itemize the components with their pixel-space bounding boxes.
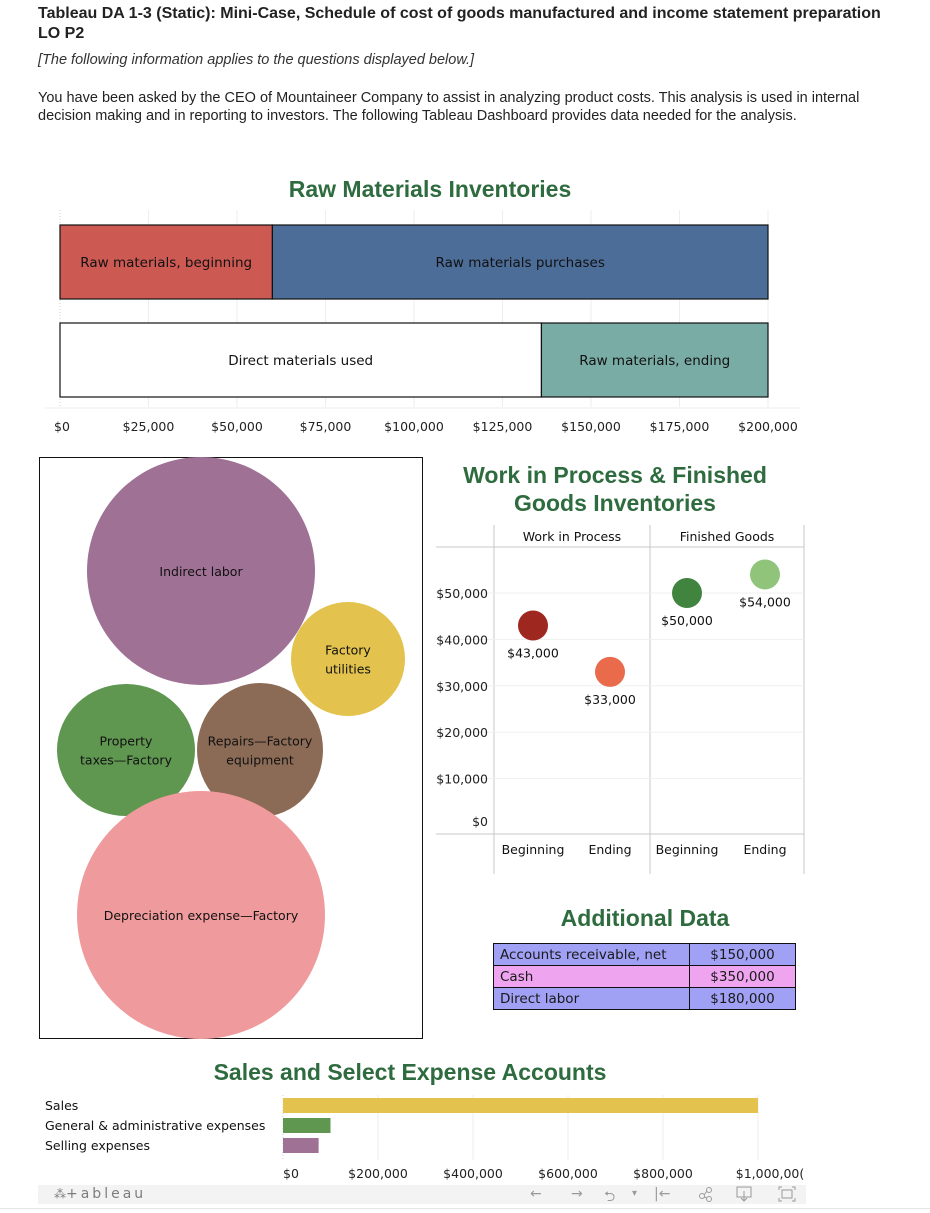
fullscreen-icon[interactable] [778,1186,796,1206]
reset-icon[interactable]: |← [654,1186,670,1202]
data-point [518,610,548,641]
redo-icon[interactable]: → [571,1186,583,1202]
bubble-label: Factory [325,643,371,658]
bubble-label: equipment [226,753,294,768]
tableau-logo-icon: ⁂ [54,1187,66,1201]
x-tick-label: $800,000 [633,1166,693,1181]
x-tick-label: $200,000 [738,419,798,434]
table-row: Accounts receivable, net $150,000 [493,943,796,966]
bar [283,1138,319,1153]
bubble [291,602,405,716]
x-category-label: Ending [743,842,786,857]
category-label: Selling expenses [45,1138,150,1153]
x-tick-label: $50,000 [211,419,263,434]
additional-data-table: Accounts receivable, net $150,000 Cash $… [493,943,796,1010]
x-tick-label: $400,000 [443,1166,503,1181]
bar-segment-label: Raw materials, beginning [80,255,252,271]
share-icon[interactable] [698,1186,714,1206]
data-label: $50,000 [661,613,713,628]
y-tick-label: $50,000 [436,586,488,601]
x-tick-label: $125,000 [473,419,533,434]
download-icon[interactable] [735,1186,753,1206]
bubble-label: Repairs—Factory [208,734,313,749]
y-tick-label: $10,000 [436,772,488,787]
y-tick-label: $30,000 [436,679,488,694]
bubble-label: Depreciation expense—Factory [104,908,299,923]
x-tick-label: $75,000 [300,419,352,434]
bubble-label: taxes—Factory [80,753,173,768]
x-tick-label: $25,000 [123,419,175,434]
question-note: [The following information applies to th… [38,52,475,68]
wip-fg-title: Work in Process & Finished Goods Invento… [440,461,790,517]
factory-overhead-bubble-chart: Indirect labor Factory utilities Property ta… [39,457,423,1039]
bubble-label: utilities [325,662,371,677]
bar-segment-label: Direct materials used [228,353,373,369]
additional-data-title: Additional Data [560,905,730,931]
tableau-toolbar: ⁂+ableau ← → ⮌ ▾ |← [38,1185,806,1206]
row-value: $150,000 [689,943,796,966]
row-value: $350,000 [689,965,796,988]
category-label: General & administrative expenses [45,1118,265,1133]
bar-segment-label: Raw materials, ending [579,353,730,369]
data-point [750,559,780,590]
bottom-divider [0,1208,930,1209]
x-category-label: Beginning [656,842,719,857]
x-category-label: Ending [588,842,631,857]
category-label: Sales [45,1098,78,1113]
bubble-label: Indirect labor [159,564,243,579]
raw-materials-chart: $0 $25,000 $50,000 $75,000 $100,000 $125,000 $… [45,210,800,434]
x-tick-label: $0 [283,1166,299,1181]
x-category-label: Beginning [502,842,565,857]
x-tick-label: $1,000,00( [736,1166,805,1181]
row-label: Accounts receivable, net [493,943,690,966]
data-point [595,656,625,687]
wip-fg-chart: $0 $10,000 $20,000 $30,000 $40,000 $50,000 Wor… [436,525,805,874]
sales-expenses-chart: $0 $200,000 $400,000 $600,000 $800,000 $1,000… [45,1095,805,1181]
question-intro: You have been asked by the CEO of Mounta… [38,90,860,124]
bar [283,1098,758,1113]
x-tick-label: $0 [54,419,70,434]
row-label: Cash [493,965,690,988]
panel-header: Work in Process [523,529,621,544]
bar-segment-label: Raw materials purchases [436,255,605,271]
x-tick-label: $200,000 [348,1166,408,1181]
table-row: Cash $350,000 [493,965,796,988]
sales-expenses-title: Sales and Select Expense Accounts [213,1059,607,1085]
x-tick-label: $100,000 [384,419,444,434]
bubble-label: Property [100,734,153,749]
raw-materials-title: Raw Materials Inventories [288,176,572,202]
undo-icon[interactable]: ← [530,1186,542,1202]
x-tick-label: $150,000 [561,419,621,434]
row-label: Direct labor [493,987,690,1010]
table-row: Direct labor $180,000 [493,987,796,1010]
row-value: $180,000 [689,987,796,1010]
tableau-logo[interactable]: ⁂+ableau [54,1186,146,1202]
revert-icon[interactable]: ⮌ [604,1186,615,1210]
y-tick-label: $0 [472,814,488,829]
wip-fg-title-line-1: Work in Process & Finished [463,462,767,488]
y-tick-label: $20,000 [436,725,488,740]
question-title: Tableau DA 1-3 (Static): Mini-Case, Sche… [38,5,881,42]
revert-dropdown-icon[interactable]: ▾ [632,1188,637,1199]
data-label: $54,000 [739,594,791,609]
y-tick-label: $40,000 [436,632,488,647]
bar [283,1118,331,1133]
x-tick-label: $175,000 [650,419,710,434]
tableau-logo-text: +ableau [66,1186,147,1202]
data-label: $43,000 [507,645,559,660]
data-point [672,578,702,608]
wip-fg-title-line-2: Goods Inventories [514,490,716,516]
panel-header: Finished Goods [680,529,775,544]
x-tick-label: $600,000 [538,1166,598,1181]
data-label: $33,000 [584,692,636,707]
